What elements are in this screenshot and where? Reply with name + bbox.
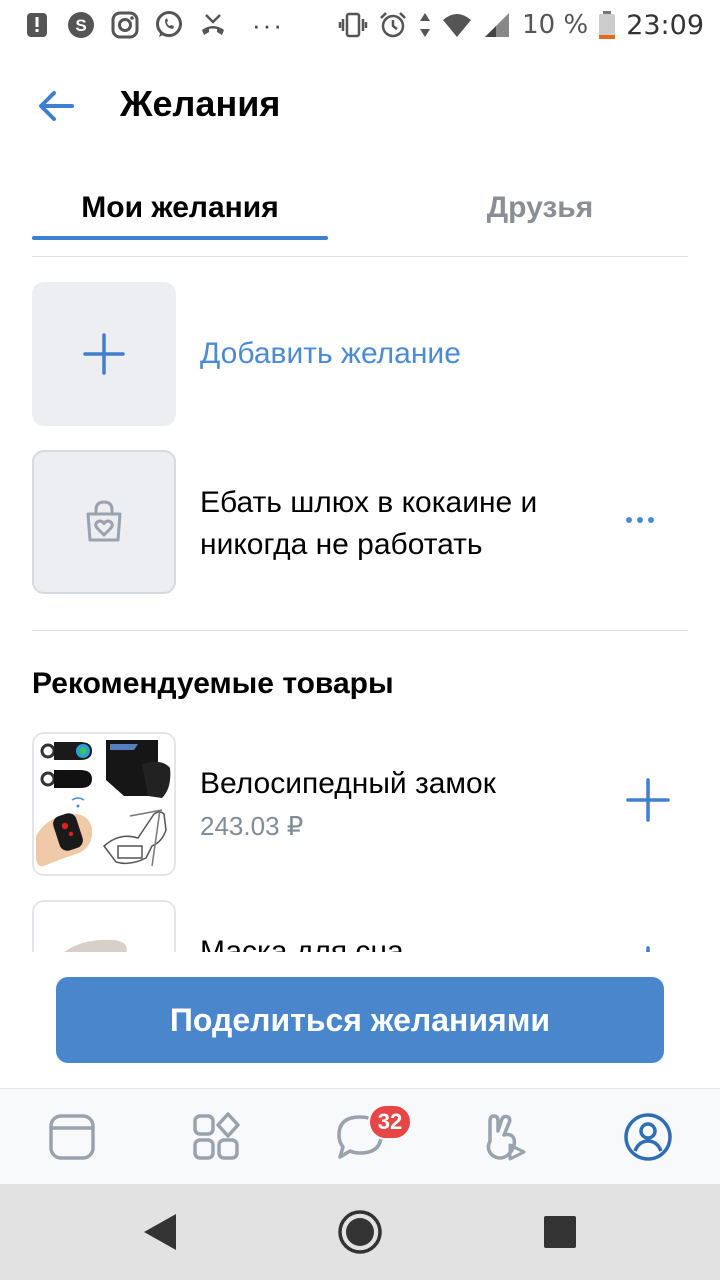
tab-bar: Мои желания Друзья bbox=[32, 180, 688, 240]
home-circle-icon[interactable] bbox=[336, 1208, 384, 1256]
services-icon[interactable] bbox=[190, 1111, 242, 1163]
skype-icon: S bbox=[68, 12, 94, 38]
alarm-icon bbox=[380, 12, 407, 38]
tabs-divider bbox=[32, 256, 688, 257]
instagram-icon bbox=[111, 11, 139, 39]
more-notifications-icon: ··· bbox=[252, 10, 284, 40]
product-image-bike-lock[interactable] bbox=[32, 732, 176, 876]
wish-item-image[interactable] bbox=[32, 450, 176, 594]
active-tab-indicator bbox=[32, 236, 328, 240]
svg-text:S: S bbox=[75, 16, 86, 35]
wish-item-title[interactable]: Ебать шлюх в кокаине и никогда не работа… bbox=[200, 482, 580, 566]
tab-friends[interactable]: Друзья bbox=[392, 180, 688, 240]
wifi-icon bbox=[443, 14, 472, 37]
system-status-icons: 10 % 23:09 bbox=[338, 8, 704, 42]
page-title: Желания bbox=[120, 83, 281, 124]
status-bar: S ··· 10 % 23:09 bbox=[0, 0, 720, 50]
product-name[interactable]: Маска для сна bbox=[200, 934, 404, 952]
messages-badge: 32 bbox=[368, 1104, 412, 1140]
back-arrow-icon[interactable] bbox=[32, 82, 80, 130]
vibrate-icon bbox=[338, 12, 368, 38]
share-wishes-button[interactable]: Поделиться желаниями bbox=[56, 977, 664, 1063]
tab-my-wishes[interactable]: Мои желания bbox=[32, 180, 328, 240]
battery-icon bbox=[599, 11, 616, 39]
battery-percentage: 10 % bbox=[522, 10, 589, 40]
more-dots-icon[interactable] bbox=[620, 505, 660, 535]
news-icon[interactable] bbox=[46, 1111, 98, 1163]
clock: 23:09 bbox=[626, 9, 704, 41]
shopping-bag-heart-icon bbox=[86, 500, 122, 542]
add-to-wishlist-icon[interactable] bbox=[624, 944, 672, 952]
signal-icon bbox=[485, 13, 510, 37]
recents-square-icon[interactable] bbox=[536, 1208, 584, 1256]
missed-call-icon bbox=[202, 14, 224, 35]
plus-icon bbox=[83, 333, 125, 375]
clips-icon[interactable] bbox=[478, 1111, 530, 1163]
product-image-sleep-mask[interactable] bbox=[32, 900, 176, 952]
recommended-section-title: Рекомендуемые товары bbox=[32, 667, 394, 700]
profile-icon[interactable] bbox=[622, 1111, 674, 1163]
back-triangle-icon[interactable] bbox=[138, 1208, 186, 1256]
product-name[interactable]: Велосипедный замок bbox=[200, 766, 496, 802]
app-header: Желания bbox=[0, 60, 720, 150]
scroll-clip: Маска для сна bbox=[0, 890, 720, 952]
bike-lock-photo bbox=[34, 734, 174, 874]
alert-icon bbox=[27, 13, 47, 37]
add-wish-button[interactable]: Добавить желание bbox=[200, 336, 461, 372]
add-to-wishlist-icon[interactable] bbox=[624, 776, 672, 824]
product-price: 243.03 ₽ bbox=[200, 811, 304, 841]
data-arrows-icon bbox=[420, 13, 431, 37]
system-navigation-bar bbox=[0, 1184, 720, 1280]
bottom-navigation bbox=[0, 1088, 720, 1184]
section-divider bbox=[32, 630, 688, 631]
notification-icons: S ··· bbox=[22, 8, 284, 42]
sleep-mask-photo bbox=[34, 902, 174, 952]
whatsapp-icon bbox=[156, 11, 182, 37]
add-wish-tile[interactable] bbox=[32, 282, 176, 426]
